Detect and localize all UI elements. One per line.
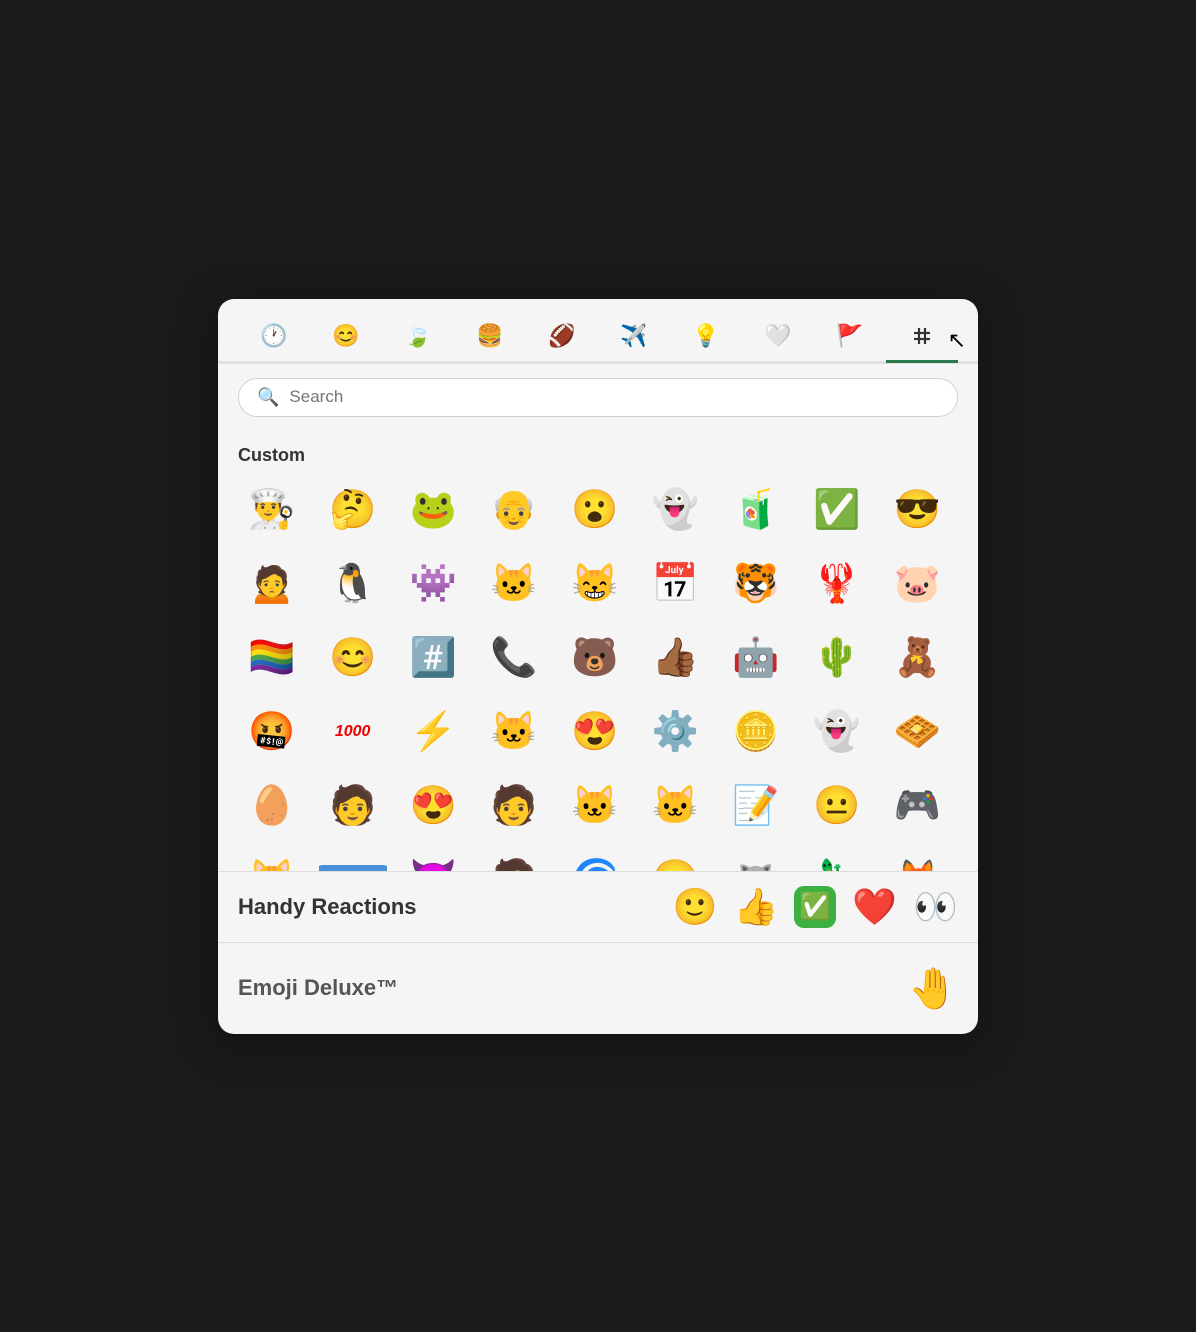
handy-emoji-thumbsup[interactable]: 👍 [734,886,779,928]
search-icon: 🔍 [257,387,279,408]
emoji-cell[interactable]: 🦊 [883,846,951,871]
handy-emoji-check[interactable]: ✅ [794,886,836,928]
emoji-cell[interactable]: 😐 [803,772,871,840]
tab-objects[interactable]: 💡 [670,313,742,364]
emoji-cell[interactable]: ⚡ [399,698,467,766]
tab-symbols[interactable]: 🤍 [742,313,814,364]
custom-emoji-grid: 👨‍🍳 🤔 🐸 👴 😮 👻 🧃 ✅ 😎 🙍 🐧 👾 🐱 😸 📅 🐯 🦞 🐷 🏳️… [238,476,958,871]
handy-emoji-heart[interactable]: ❤️ [852,886,897,928]
search-input[interactable] [289,387,939,407]
emoji-deluxe-bar: Emoji Deluxe™ 🤚 [218,943,978,1034]
emoji-cell[interactable]: 📅 [641,550,709,618]
tab-recent[interactable]: 🕐 [238,313,310,364]
emoji-cell[interactable]: 🐷 [883,550,951,618]
emoji-cell[interactable]: 👻 [641,476,709,544]
emoji-cell[interactable]: 📝 [722,772,790,840]
handy-reactions-bar: Handy Reactions 🙂 👍 ✅ ❤️ 👀 [218,871,978,943]
tab-smileys[interactable]: 😊 [310,313,382,364]
emoji-cell[interactable]: 1000 [319,698,387,766]
emoji-cell[interactable]: 🧑 [480,772,548,840]
emoji-cell[interactable]: 🐱 [480,698,548,766]
emoji-cell[interactable]: 🧇 [883,698,951,766]
emoji-cell[interactable]: 🪙 [722,698,790,766]
emoji-scroll-area[interactable]: Custom 👨‍🍳 🤔 🐸 👴 😮 👻 🧃 ✅ 😎 🙍 🐧 👾 🐱 😸 📅 🐯… [218,431,978,871]
emoji-cell[interactable]: 🐯 [722,550,790,618]
cool-badge: COOL [319,865,387,871]
emoji-cell[interactable]: 🌵 [803,624,871,692]
emoji-cell[interactable]: 👾 [399,550,467,618]
search-bar: 🔍 [238,378,958,417]
emoji-cell[interactable]: 🦎 [803,846,871,871]
emoji-cell[interactable]: 😍 [561,698,629,766]
emoji-cell[interactable]: 😈 [399,846,467,871]
emoji-cell[interactable]: 🐱 [238,846,306,871]
emoji-cell[interactable]: 🧑 [319,772,387,840]
emoji-cell[interactable]: 😎 [883,476,951,544]
handy-reactions-label: Handy Reactions [238,894,657,920]
emoji-deluxe-label: Emoji Deluxe™ [238,975,908,1001]
emoji-cell[interactable]: 🤖 [722,624,790,692]
emoji-cell[interactable]: 🎮 [883,772,951,840]
emoji-cell[interactable]: ✅ [803,476,871,544]
search-container: 🔍 [218,364,978,431]
emoji-cell[interactable]: 🐧 [319,550,387,618]
emoji-cell[interactable]: 👨‍🍳 [238,476,306,544]
emoji-cell[interactable]: 😮 [561,476,629,544]
tab-custom[interactable] [886,314,958,363]
emoji-cell[interactable]: 🦝 [722,846,790,871]
emoji-deluxe-hand[interactable]: 🤚 [908,965,958,1012]
emoji-cell[interactable]: ⚙️ [641,698,709,766]
tab-nature[interactable]: 🍃 [382,313,454,364]
emoji-cell-cool[interactable]: COOL [319,846,387,871]
emoji-cell[interactable]: 👍🏾 [641,624,709,692]
emoji-cell[interactable]: 🧑 [480,846,548,871]
emoji-cell[interactable]: 😍 [399,772,467,840]
custom-section-title: Custom [238,431,958,476]
handy-emoji-smile[interactable]: 🙂 [673,886,718,928]
emoji-cell[interactable]: 🥚 [238,772,306,840]
emoji-cell[interactable]: 🐱 [641,772,709,840]
emoji-cell[interactable]: 🐻 [561,624,629,692]
tab-travel[interactable]: ✈️ [598,313,670,364]
emoji-cell[interactable]: 🐸 [399,476,467,544]
emoji-cell[interactable]: 🐱 [480,550,548,618]
emoji-cell[interactable]: 🙍 [238,550,306,618]
emoji-cell[interactable]: 🐱 [561,772,629,840]
tab-food[interactable]: 🍔 [454,313,526,364]
emoji-cell[interactable]: 🧸 [883,624,951,692]
emoji-cell[interactable]: 🤬 [238,698,306,766]
tab-flags[interactable]: 🚩 [814,313,886,364]
handy-emoji-eyes[interactable]: 👀 [913,886,958,928]
emoji-cell[interactable]: 👴 [480,476,548,544]
emoji-cell[interactable]: 😶 [641,846,709,871]
emoji-cell[interactable]: 👻 [803,698,871,766]
emoji-cell[interactable]: 🦞 [803,550,871,618]
emoji-cell[interactable]: 😊 [319,624,387,692]
emoji-cell[interactable]: #️⃣ [399,624,467,692]
emoji-picker: 🕐 😊 🍃 🍔 🏈 ✈️ 💡 🤍 🚩 ↖ 🔍 Custom [218,299,978,1034]
category-tabs: 🕐 😊 🍃 🍔 🏈 ✈️ 💡 🤍 🚩 ↖ [218,299,978,364]
emoji-cell[interactable]: 🧃 [722,476,790,544]
emoji-cell[interactable]: 🤔 [319,476,387,544]
emoji-cell[interactable]: 🏳️‍🌈 [238,624,306,692]
emoji-cell[interactable]: 🌀 [561,846,629,871]
tab-activity[interactable]: 🏈 [526,313,598,364]
emoji-cell[interactable]: 😸 [561,550,629,618]
emoji-cell[interactable]: 📞 [480,624,548,692]
